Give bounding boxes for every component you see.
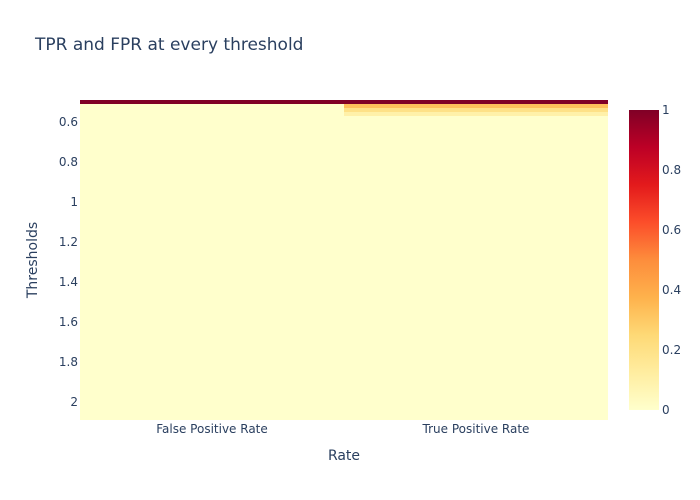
heatmap-cell bbox=[80, 100, 344, 104]
heatmap-chart: TPR and FPR at every threshold 0.6 0.8 1 1.… bbox=[0, 0, 700, 500]
heatmap-cells bbox=[80, 100, 608, 420]
heatmap-cell bbox=[80, 112, 344, 116]
y-tick-label: 1 bbox=[70, 195, 78, 209]
heatmap-cell bbox=[80, 104, 344, 108]
x-tick-label: False Positive Rate bbox=[156, 422, 268, 436]
y-tick-label: 2 bbox=[70, 395, 78, 409]
y-tick-label: 1.8 bbox=[59, 355, 78, 369]
x-axis-title: Rate bbox=[328, 448, 360, 464]
y-axis-title: Thresholds bbox=[25, 222, 41, 299]
heatmap-cell bbox=[344, 104, 608, 108]
y-tick-label: 0.8 bbox=[59, 155, 78, 169]
colorbar-tick-label: 0.8 bbox=[662, 163, 681, 177]
colorbar-tick-label: 0.2 bbox=[662, 343, 681, 357]
x-tick-label: True Positive Rate bbox=[422, 422, 530, 436]
heatmap-cell bbox=[344, 116, 608, 420]
heatmap-cell bbox=[344, 112, 608, 116]
colorbar bbox=[629, 110, 659, 410]
heatmap-cell bbox=[344, 108, 608, 112]
y-tick-label: 1.6 bbox=[59, 315, 78, 329]
chart-title: TPR and FPR at every threshold bbox=[34, 35, 303, 55]
heatmap-cell bbox=[344, 100, 608, 104]
y-tick-label: 0.6 bbox=[59, 115, 78, 129]
heatmap-cell bbox=[80, 116, 344, 420]
heatmap-cell bbox=[80, 108, 344, 112]
colorbar-tick-label: 0.4 bbox=[662, 283, 681, 297]
y-tick-label: 1.4 bbox=[59, 275, 78, 289]
colorbar-tick-label: 1 bbox=[662, 103, 670, 117]
colorbar-tick-label: 0.6 bbox=[662, 223, 681, 237]
colorbar-tick-label: 0 bbox=[662, 403, 670, 417]
y-tick-label: 1.2 bbox=[59, 235, 78, 249]
